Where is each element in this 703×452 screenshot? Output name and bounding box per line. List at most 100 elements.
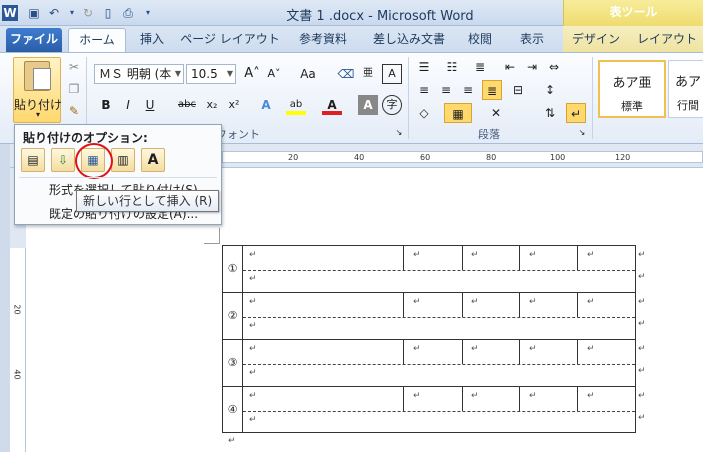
save-icon[interactable]: ▣: [26, 5, 42, 21]
ruler-number: 20: [288, 153, 299, 162]
word-app-icon[interactable]: W: [2, 5, 18, 21]
decrease-indent-icon[interactable]: ⇤: [500, 57, 520, 77]
window-title: 文書 1 .docx - Microsoft Word: [286, 9, 474, 24]
tab-review[interactable]: 校閲: [460, 28, 500, 52]
tab-file[interactable]: ファイル: [6, 28, 62, 52]
undo-icon[interactable]: ↶: [46, 5, 62, 21]
format-painter-icon[interactable]: ✎: [64, 101, 84, 121]
font-color-icon[interactable]: A: [322, 95, 342, 115]
show-paragraph-marks-icon[interactable]: ↵: [566, 103, 586, 123]
tab-home[interactable]: ホーム: [68, 28, 126, 52]
bold-button[interactable]: B: [96, 95, 116, 115]
highlight-color-icon[interactable]: ab: [286, 95, 306, 115]
clear-formatting-icon[interactable]: ⌫: [336, 64, 356, 84]
borders-icon[interactable]: ▦: [444, 103, 472, 123]
align-left-icon[interactable]: ≡: [414, 80, 434, 100]
paragraph-dialog-launcher-icon[interactable]: ↘: [576, 127, 588, 139]
superscript-button[interactable]: x²: [224, 95, 244, 115]
font-name-combo[interactable]: ＭＳ 明朝 (本 ▼: [94, 64, 184, 84]
customize-quick-access-icon[interactable]: ▾: [140, 5, 156, 21]
tab-design[interactable]: デザイン: [568, 28, 624, 52]
clipboard-icon: [24, 61, 51, 91]
tab-insert[interactable]: 挿入: [130, 28, 174, 52]
tab-page-layout[interactable]: ページ レイアウト: [180, 28, 280, 52]
underline-button[interactable]: U: [140, 95, 160, 115]
end-of-row-mark: ↵: [638, 344, 646, 354]
subscript-button[interactable]: x₂: [202, 95, 222, 115]
copy-icon[interactable]: ❐: [64, 79, 84, 99]
asian-layout-icon[interactable]: ✕: [486, 103, 506, 123]
shrink-font-icon[interactable]: A˅: [264, 64, 284, 84]
keep-text-only-icon[interactable]: A: [141, 148, 165, 172]
multilevel-list-icon[interactable]: ≣: [470, 57, 490, 77]
table-row[interactable]: ④ ↵ ↵ ↵ ↵ ↵ ↵: [223, 387, 635, 434]
align-right-icon[interactable]: ≡: [458, 80, 478, 100]
paragraph-mark: ↵: [587, 391, 595, 401]
overwrite-cells-icon[interactable]: ▥: [111, 148, 135, 172]
cell-divider: [577, 246, 578, 270]
cut-icon[interactable]: ✂: [64, 57, 84, 77]
document-table[interactable]: ① ↵ ↵ ↵ ↵ ↵ ↵ ② ↵ ↵ ↵ ↵ ↵ ↵ ③ ↵ ↵ ↵ ↵ ↵ …: [222, 245, 636, 433]
undo-dropdown-icon[interactable]: ▾: [64, 5, 80, 21]
table-tools-header: 表ツール: [563, 0, 703, 28]
enclose-characters-icon[interactable]: 字: [382, 95, 402, 115]
left-margin-strip: [0, 144, 10, 452]
cell-divider: [403, 387, 404, 411]
text-effects-icon[interactable]: A: [256, 95, 276, 115]
italic-button[interactable]: I: [118, 95, 138, 115]
paragraph-mark: ↵: [249, 368, 257, 378]
style-normal-name: 標準: [621, 100, 643, 113]
highlight-circle: [75, 143, 113, 179]
table-row[interactable]: ② ↵ ↵ ↵ ↵ ↵ ↵: [223, 293, 635, 340]
justify-icon[interactable]: ≣: [482, 80, 502, 100]
table-row[interactable]: ③ ↵ ↵ ↵ ↵ ↵ ↵: [223, 340, 635, 387]
distributed-icon[interactable]: ⊟: [508, 80, 528, 100]
paragraph-mark: ↵: [587, 344, 595, 354]
cell-divider: [403, 293, 404, 317]
style-no-spacing[interactable]: あア 行間: [668, 60, 703, 118]
paste-dropdown-icon[interactable]: ▾: [14, 110, 62, 119]
extend-spacing-icon[interactable]: ⇔: [544, 57, 564, 77]
font-size-combo[interactable]: 10.5 ▼: [186, 64, 236, 84]
tab-mailings[interactable]: 差し込み文書: [366, 28, 452, 52]
align-center-icon[interactable]: ≡: [436, 80, 456, 100]
grow-font-icon[interactable]: A˄: [242, 64, 262, 84]
style-nospacing-name: 行間: [677, 99, 699, 112]
style-normal-sample: あア亜: [612, 76, 652, 91]
cell-divider: [462, 293, 463, 317]
line-spacing-icon[interactable]: ↕: [540, 80, 560, 100]
group-separator: [592, 57, 593, 139]
paragraph-mark: ↵: [249, 391, 257, 401]
numbering-icon[interactable]: ☷: [442, 57, 462, 77]
tab-references[interactable]: 参考資料: [288, 28, 358, 52]
redo-icon[interactable]: ↻: [80, 5, 96, 21]
increase-indent-icon[interactable]: ⇥: [522, 57, 542, 77]
paste-button[interactable]: 貼り付け ▾: [13, 57, 62, 123]
ruler-number: 20: [12, 304, 22, 315]
character-border-icon[interactable]: A: [382, 64, 402, 84]
paragraph-mark: ↵: [413, 391, 421, 401]
merge-table-icon[interactable]: ⇩: [51, 148, 75, 172]
character-shading-icon[interactable]: A: [358, 95, 378, 115]
nest-table-icon[interactable]: ▤: [21, 148, 45, 172]
shading-icon[interactable]: ◇: [414, 103, 434, 123]
style-normal[interactable]: あア亜 標準: [598, 60, 666, 118]
sort-icon[interactable]: ⇅: [540, 103, 560, 123]
tab-view[interactable]: 表示: [508, 28, 556, 52]
new-document-icon[interactable]: ▯: [100, 5, 116, 21]
change-case-button[interactable]: Aa: [294, 64, 322, 84]
bullets-icon[interactable]: ☰: [414, 57, 434, 77]
paragraph-mark: ↵: [413, 344, 421, 354]
table-row[interactable]: ① ↵ ↵ ↵ ↵ ↵ ↵: [223, 246, 635, 293]
phonetic-guide-icon[interactable]: 亜: [358, 64, 378, 84]
row-number: ①: [223, 246, 243, 292]
paragraph-mark: ↵: [471, 250, 479, 260]
dashed-separator: [243, 411, 635, 412]
strikethrough-button[interactable]: abc: [174, 95, 200, 115]
paragraph-mark: ↵: [587, 297, 595, 307]
tab-layout[interactable]: レイアウト: [636, 28, 698, 52]
dashed-separator: [243, 270, 635, 271]
popup-divider: [19, 177, 217, 178]
print-preview-icon[interactable]: ⎙: [120, 5, 136, 21]
font-dialog-launcher-icon[interactable]: ↘: [393, 127, 405, 139]
